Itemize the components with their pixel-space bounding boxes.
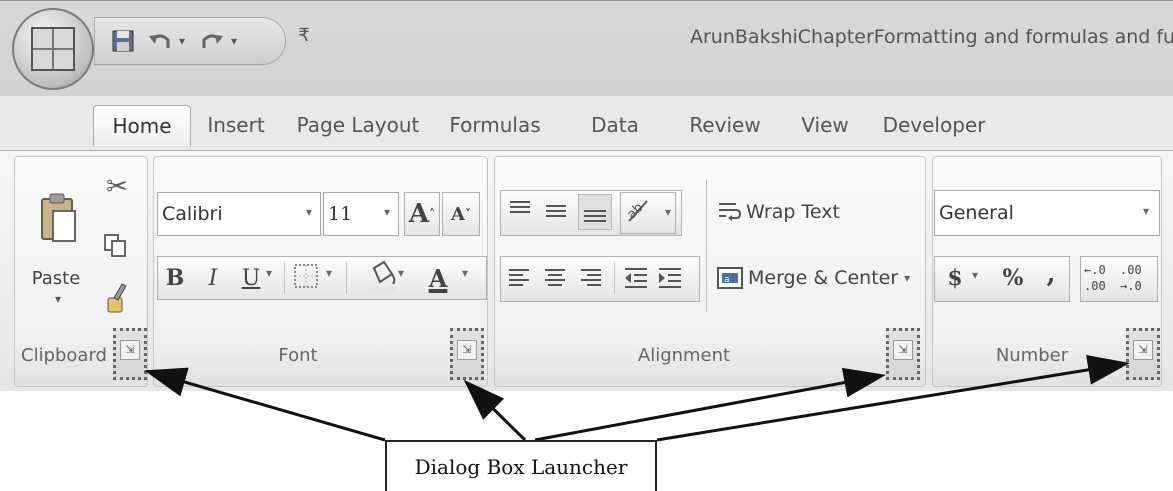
annotation-arrows: [144, 354, 1130, 442]
arrow-to-number-launcher: [656, 354, 1130, 442]
arrow-to-font-launcher: [463, 379, 527, 442]
arrow-to-clipboard-launcher: [144, 367, 386, 442]
dialog-box-launcher-callout: Dialog Box Launcher: [385, 440, 657, 491]
